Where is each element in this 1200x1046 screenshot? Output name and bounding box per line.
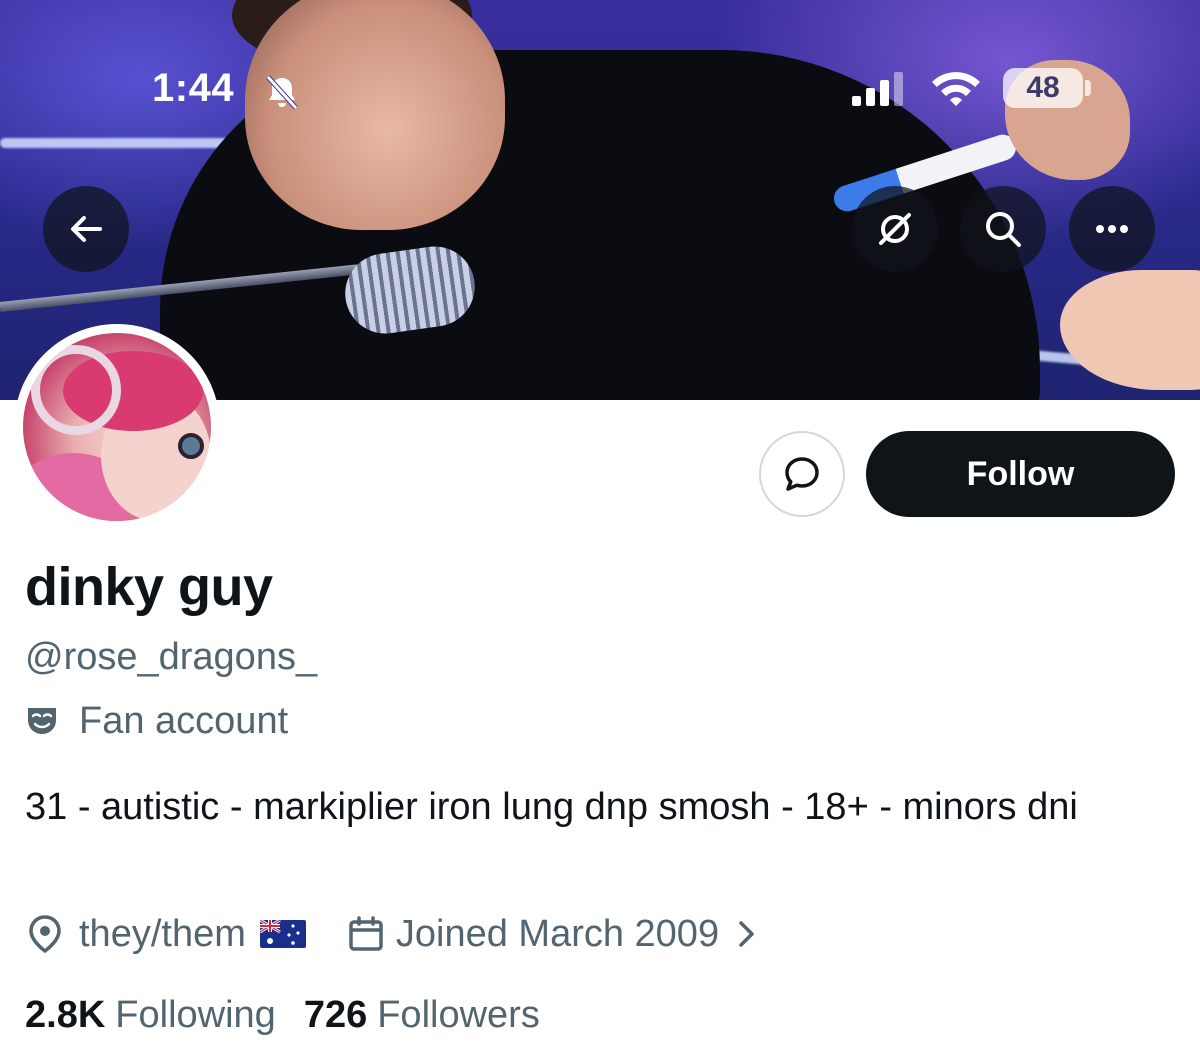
avatar-doll-eye	[178, 433, 204, 459]
wifi-icon	[932, 72, 980, 106]
followers-count[interactable]: 726	[304, 994, 367, 1037]
follow-stats: 2.8K Following 726 Followers	[25, 990, 540, 1040]
avatar-frame[interactable]	[14, 324, 220, 530]
banner-face	[245, 0, 505, 230]
flag-australia-icon	[259, 920, 306, 948]
search-icon	[986, 212, 1021, 247]
following-count[interactable]: 2.8K	[25, 994, 105, 1037]
followers-label[interactable]: Followers	[377, 994, 540, 1037]
banner-hand	[1060, 270, 1200, 390]
more-icon	[1096, 225, 1128, 233]
following-label[interactable]: Following	[115, 994, 276, 1037]
battery-icon: 48	[1003, 68, 1083, 108]
more-options-button[interactable]	[1069, 186, 1155, 272]
chevron-right-icon[interactable]	[733, 917, 759, 951]
category-label: Fan account	[79, 699, 289, 742]
search-button[interactable]	[960, 186, 1046, 272]
cellular-signal-icon	[852, 72, 903, 106]
message-button[interactable]	[759, 431, 845, 517]
battery-tip	[1085, 80, 1091, 96]
joined-date[interactable]: Joined March 2009	[396, 913, 719, 956]
grok-button[interactable]	[852, 186, 938, 272]
avatar-doll-halo	[31, 345, 121, 435]
professional-category: Fan account	[25, 698, 288, 744]
display-name: dinky guy	[25, 557, 273, 617]
profile-bio: 31 - autistic - markiplier iron lung dnp…	[25, 786, 1078, 828]
grok-icon	[879, 213, 911, 245]
profile-meta: they/them Joined March 2009	[25, 910, 759, 958]
follow-button[interactable]: Follow	[866, 431, 1175, 517]
status-time: 1:44	[152, 66, 235, 110]
bell-slash-icon	[266, 75, 298, 110]
calendar-icon	[349, 916, 383, 951]
theater-mask-icon	[28, 708, 56, 734]
back-button[interactable]	[43, 186, 129, 272]
message-bubble-icon	[785, 457, 819, 491]
avatar[interactable]	[23, 333, 211, 521]
location-pin-icon	[29, 915, 61, 954]
back-arrow-icon	[71, 216, 102, 242]
username-handle: @rose_dragons_	[25, 636, 318, 678]
location-text: they/them	[79, 912, 246, 955]
banner-light-strip	[0, 138, 250, 148]
